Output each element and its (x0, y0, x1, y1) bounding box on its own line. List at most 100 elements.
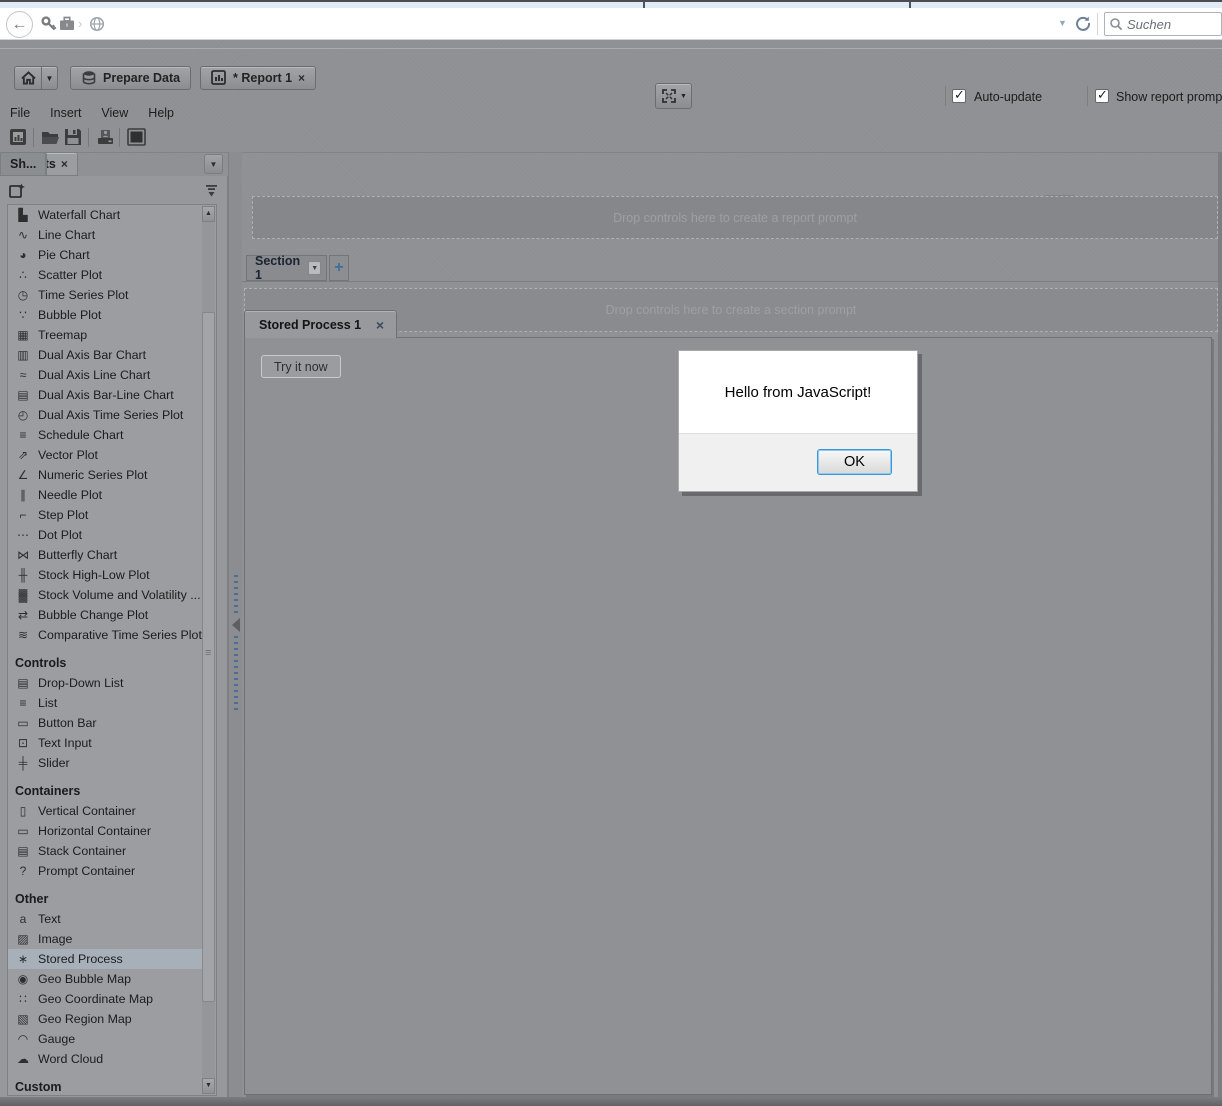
object-item[interactable]: ▙ Waterfall Chart (8, 205, 204, 225)
object-item-label: Butterfly Chart (38, 548, 118, 562)
urlbar-dropdown-icon[interactable]: ▼ (1058, 18, 1067, 28)
collapse-panel-icon[interactable] (232, 618, 240, 632)
object-item[interactable]: ▯ Vertical Container (8, 801, 204, 821)
menu-item[interactable]: View (91, 104, 138, 122)
dual-axis-bar-line-chart-icon: ▤ (17, 388, 29, 402)
tab-stored-process-1-close-icon[interactable]: × (376, 317, 384, 333)
object-item[interactable]: ≡ List (8, 693, 204, 713)
objects-panel: ▙ Waterfall Chart ∿ Line Chart ◕ Pie Cha… (0, 176, 228, 1106)
object-item[interactable]: ⋈ Butterfly Chart (8, 545, 204, 565)
panel-tab[interactable]: Sh... (0, 152, 47, 176)
object-item[interactable]: ◕ Pie Chart (8, 245, 204, 265)
object-item-label: Word Cloud (38, 1052, 104, 1066)
object-item-label: Drop-Down List (38, 676, 124, 690)
report-prompt-hint: Drop controls here to create a report pr… (613, 210, 857, 225)
object-item[interactable]: ≡ Schedule Chart (8, 425, 204, 445)
object-item[interactable]: ▥ Dual Axis Bar Chart (8, 345, 204, 365)
home-dropdown-button[interactable]: ▼ (41, 66, 58, 90)
add-section-button[interactable]: + (329, 255, 349, 281)
object-item-label: Stack Container (38, 844, 127, 858)
geo-bubble-map-icon: ◉ (17, 972, 29, 986)
object-item[interactable]: ◉ Geo Bubble Map (8, 969, 204, 989)
button-bar-icon: ▭ (17, 716, 29, 730)
object-item[interactable]: ▭ Horizontal Container (8, 821, 204, 841)
home-button[interactable] (14, 66, 42, 90)
object-item[interactable]: ▤ Dual Axis Bar-Line Chart (8, 385, 204, 405)
open-icon[interactable] (40, 127, 62, 149)
list-icon: ≡ (19, 696, 27, 710)
scroll-up-icon[interactable]: ▲ (202, 206, 215, 222)
address-bar[interactable] (110, 14, 1050, 36)
object-item[interactable]: ╪ Slider (8, 753, 204, 773)
objects-scrollbar[interactable]: ▲ ▼ (202, 206, 215, 1094)
object-item[interactable]: ▨ Image (8, 929, 204, 949)
object-item[interactable]: ▧ Geo Region Map (8, 1009, 204, 1029)
object-item[interactable]: ╫ Stock High-Low Plot (8, 565, 204, 585)
drop-down-list-icon: ▤ (17, 676, 29, 690)
object-item[interactable]: ∗ Stored Process (8, 949, 204, 969)
theme-panel-icon[interactable] (126, 127, 148, 149)
object-item[interactable]: ? Prompt Container (8, 861, 204, 881)
maximize-view-button[interactable]: ▼ (655, 83, 692, 109)
object-item[interactable]: ☁ Word Cloud (8, 1049, 204, 1069)
app-bottom-edge (0, 1097, 1222, 1106)
object-item[interactable]: ⇗ Vector Plot (8, 445, 204, 465)
menu-item[interactable]: Insert (40, 104, 91, 122)
object-item[interactable]: ∷ Geo Coordinate Map (8, 989, 204, 1009)
tab-stored-process-1-label: Stored Process 1 (259, 317, 362, 332)
menu-item[interactable]: File (0, 104, 40, 122)
new-report-icon[interactable] (8, 127, 30, 149)
scroll-down-icon[interactable]: ▼ (202, 1078, 215, 1094)
search-input[interactable] (1127, 16, 1213, 32)
report-prompt-drop-zone[interactable]: Drop controls here to create a report pr… (252, 196, 1218, 239)
export-pdf-icon[interactable] (95, 127, 117, 149)
object-item[interactable]: ▭ Button Bar (8, 713, 204, 733)
tab-stored-process-1[interactable]: Stored Process 1 × (244, 310, 397, 338)
menu-item[interactable]: Help (138, 104, 184, 122)
object-item[interactable]: ▦ Treemap (8, 325, 204, 345)
object-item[interactable]: a Text (8, 909, 204, 929)
auto-update-checkbox[interactable] (952, 87, 966, 103)
tab-section-1[interactable]: Section 1 ▼ (246, 254, 327, 282)
toolbar-separator (88, 128, 89, 147)
object-item[interactable]: ∠ Numeric Series Plot (8, 465, 204, 485)
object-item[interactable]: ▓ Stock Volume and Volatility ... (8, 585, 204, 605)
object-item[interactable]: ≈ Dual Axis Line Chart (8, 365, 204, 385)
object-item[interactable]: ∥ Needle Plot (8, 485, 204, 505)
object-item[interactable]: ▤ Stack Container (8, 841, 204, 861)
panel-splitter[interactable] (228, 152, 242, 1106)
show-report-prompts-checkbox[interactable] (1095, 87, 1109, 103)
tab-prepare-data-label: Prepare Data (103, 71, 181, 85)
briefcase-icon[interactable] (58, 15, 76, 33)
object-item[interactable]: ◠ Gauge (8, 1029, 204, 1049)
object-item[interactable]: ⋯ Dot Plot (8, 525, 204, 545)
filter-icon[interactable] (204, 183, 219, 198)
key-icon[interactable] (40, 15, 58, 33)
object-item[interactable]: ∿ Line Chart (8, 225, 204, 245)
panel-tab-close-icon[interactable]: × (61, 157, 68, 171)
tab-report-1[interactable]: * Report 1 × (200, 66, 317, 90)
add-custom-object-icon[interactable] (8, 182, 26, 200)
object-item[interactable]: ⇄ Bubble Change Plot (8, 605, 204, 625)
object-item[interactable]: ◴ Dual Axis Time Series Plot (8, 405, 204, 425)
object-item[interactable]: ▤ Drop-Down List (8, 673, 204, 693)
try-it-now-button[interactable]: Try it now (261, 355, 341, 378)
object-item[interactable]: ⌐ Step Plot (8, 505, 204, 525)
browser-tabstrip[interactable] (0, 0, 1222, 8)
back-button[interactable]: ← (6, 11, 33, 38)
tab-prepare-data[interactable]: Prepare Data (70, 66, 192, 90)
object-item[interactable]: ⊡ Text Input (8, 733, 204, 753)
reload-icon[interactable] (1074, 14, 1092, 32)
save-icon[interactable] (63, 127, 85, 149)
object-item[interactable]: ◷ Time Series Plot (8, 285, 204, 305)
ok-button[interactable]: OK (817, 449, 892, 475)
scrollbar-thumb[interactable] (202, 312, 215, 1002)
object-item[interactable]: ∵ Bubble Plot (8, 305, 204, 325)
object-item[interactable]: ∴ Scatter Plot (8, 265, 204, 285)
object-item[interactable]: ≋ Comparative Time Series Plot (8, 625, 204, 645)
panel-tab-overflow-button[interactable]: ▼ (204, 154, 223, 174)
tab-report-1-close-icon[interactable]: × (298, 71, 305, 85)
search-box[interactable] (1104, 12, 1222, 36)
alert-message: Hello from JavaScript! (724, 383, 872, 401)
section-menu-icon[interactable]: ▼ (308, 261, 321, 275)
